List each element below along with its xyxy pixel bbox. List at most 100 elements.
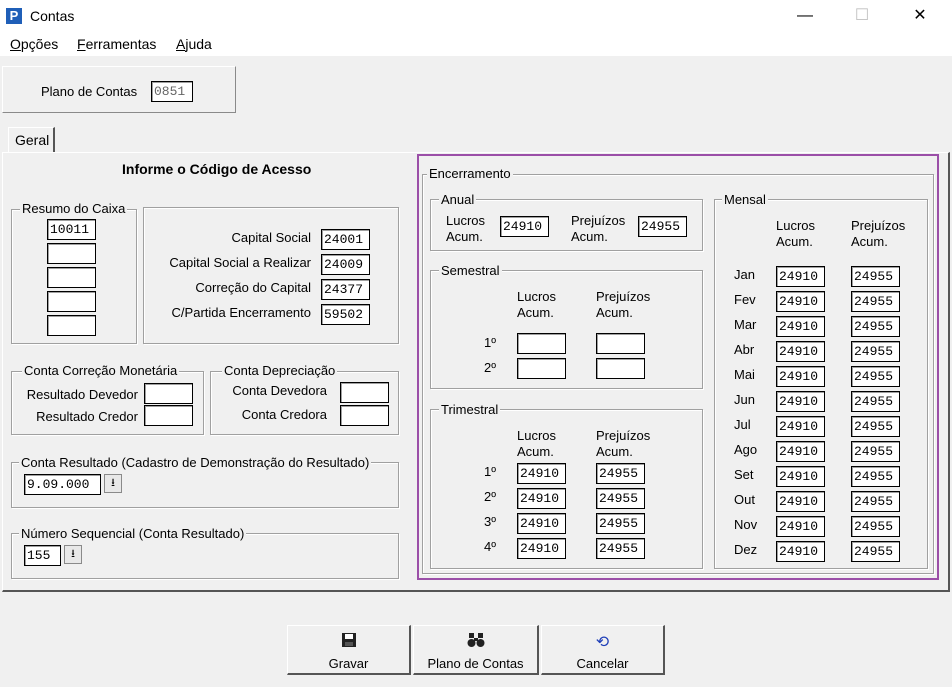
mensal-lucros-field[interactable]: 24910 bbox=[776, 441, 825, 462]
mensal-row-label: Ago bbox=[734, 442, 758, 457]
lucros-label-1: Lucros bbox=[776, 218, 816, 233]
trimestral-prejuizos-field[interactable]: 24955 bbox=[596, 538, 645, 559]
mensal-lucros-field[interactable]: 24910 bbox=[776, 391, 825, 412]
conta-credora-field[interactable] bbox=[340, 405, 389, 426]
trimestral-lucros-field[interactable]: 24910 bbox=[517, 463, 566, 484]
mensal-lucros-field[interactable]: 24910 bbox=[776, 291, 825, 312]
sequencial-dropdown[interactable]: ⭳ bbox=[64, 545, 82, 564]
plano-contas-button[interactable]: Plano de Contas bbox=[413, 625, 539, 675]
trimestral-row-label: 2º bbox=[484, 489, 496, 504]
download-arrow-icon: ⭳ bbox=[111, 477, 115, 489]
mensal-prejuizos-field[interactable]: 24955 bbox=[851, 491, 900, 512]
conta-resultado-title: Conta Resultado (Cadastro de Demonstraçã… bbox=[19, 455, 372, 470]
menu-opcoes[interactable]: Opções bbox=[10, 36, 58, 52]
correcao-capital-field[interactable]: 24377 bbox=[321, 279, 370, 300]
trimestral-lucros-field[interactable]: 24910 bbox=[517, 538, 566, 559]
lucros-label-1: Lucros bbox=[517, 289, 557, 304]
mensal-prejuizos-header: Prejuízos Acum. bbox=[851, 218, 905, 250]
semestral-title: Semestral bbox=[439, 263, 502, 278]
mensal-prejuizos-field[interactable]: 24955 bbox=[851, 266, 900, 287]
conta-resultado-dropdown[interactable]: ⭳ bbox=[104, 474, 122, 493]
gravar-button[interactable]: Gravar bbox=[287, 625, 411, 675]
correcao-capital-label: Correção do Capital bbox=[195, 280, 311, 295]
cpartida-field[interactable]: 59502 bbox=[321, 304, 370, 325]
download-arrow-icon: ⭳ bbox=[71, 548, 75, 560]
trimestral-prejuizos-header: Prejuízos Acum. bbox=[596, 428, 650, 460]
trimestral-title: Trimestral bbox=[439, 402, 501, 417]
mensal-lucros-field[interactable]: 24910 bbox=[776, 491, 825, 512]
capital-realizar-label: Capital Social a Realizar bbox=[169, 255, 311, 270]
trimestral-lucros-field[interactable]: 24910 bbox=[517, 513, 566, 534]
mensal-row-label: Nov bbox=[734, 517, 758, 532]
mensal-prejuizos-field[interactable]: 24955 bbox=[851, 291, 900, 312]
prejuizos-label-1: Prejuízos bbox=[596, 289, 651, 304]
semestral-row-label: 2º bbox=[484, 360, 496, 375]
semestral-prejuizos-field[interactable] bbox=[596, 358, 645, 379]
mensal-lucros-header: Lucros Acum. bbox=[776, 218, 815, 250]
cancelar-button[interactable]: ⟲ Cancelar bbox=[541, 625, 665, 675]
mensal-lucros-field[interactable]: 24910 bbox=[776, 416, 825, 437]
prejuizos-label-1: Prejuízos bbox=[851, 218, 906, 233]
maximize-button[interactable]: ☐ bbox=[839, 0, 885, 32]
mensal-prejuizos-field[interactable]: 24955 bbox=[851, 466, 900, 487]
sequencial-field[interactable]: 155 bbox=[24, 545, 61, 566]
window-title: Contas bbox=[30, 8, 75, 24]
resumo-title: Resumo do Caixa bbox=[20, 201, 128, 216]
mensal-title: Mensal bbox=[722, 192, 768, 207]
menu-ferramentas[interactable]: Ferramentas bbox=[77, 36, 156, 52]
trimestral-row-label: 3º bbox=[484, 514, 496, 529]
conta-credora-label: Conta Credora bbox=[241, 407, 327, 422]
mensal-prejuizos-field[interactable]: 24955 bbox=[851, 541, 900, 562]
conta-resultado-field[interactable]: 9.09.000 bbox=[24, 474, 101, 495]
mensal-lucros-field[interactable]: 24910 bbox=[776, 466, 825, 487]
close-button[interactable]: ✕ bbox=[897, 0, 943, 32]
anual-prejuizos-field[interactable]: 24955 bbox=[638, 216, 687, 237]
minimize-button[interactable]: — bbox=[782, 0, 828, 32]
mensal-prejuizos-field[interactable]: 24955 bbox=[851, 516, 900, 537]
mensal-lucros-field[interactable]: 24910 bbox=[776, 541, 825, 562]
plano-field[interactable]: 0851 bbox=[151, 81, 193, 102]
anual-lucros-field[interactable]: 24910 bbox=[500, 216, 549, 237]
semestral-lucros-field[interactable] bbox=[517, 333, 566, 354]
mensal-prejuizos-field[interactable]: 24955 bbox=[851, 341, 900, 362]
capital-realizar-field[interactable]: 24009 bbox=[321, 254, 370, 275]
resumo-field-3[interactable] bbox=[47, 267, 96, 288]
menu-ferramentas-key: F bbox=[77, 36, 86, 52]
prejuizos-label-1: Prejuízos bbox=[571, 213, 626, 228]
conta-devedora-label: Conta Devedora bbox=[232, 383, 327, 398]
mensal-prejuizos-field[interactable]: 24955 bbox=[851, 316, 900, 337]
menu-ferramentas-label: erramentas bbox=[85, 36, 157, 52]
mensal-lucros-field[interactable]: 24910 bbox=[776, 366, 825, 387]
resultado-credor-field[interactable] bbox=[144, 405, 193, 426]
mensal-prejuizos-field[interactable]: 24955 bbox=[851, 391, 900, 412]
resumo-field-5[interactable] bbox=[47, 315, 96, 336]
trimestral-prejuizos-field[interactable]: 24955 bbox=[596, 513, 645, 534]
encerramento-title: Encerramento bbox=[427, 166, 513, 181]
capital-social-field[interactable]: 24001 bbox=[321, 229, 370, 250]
semestral-prejuizos-field[interactable] bbox=[596, 333, 645, 354]
mensal-lucros-field[interactable]: 24910 bbox=[776, 516, 825, 537]
mensal-lucros-field[interactable]: 24910 bbox=[776, 341, 825, 362]
trimestral-lucros-field[interactable]: 24910 bbox=[517, 488, 566, 509]
mensal-prejuizos-field[interactable]: 24955 bbox=[851, 416, 900, 437]
mensal-lucros-field[interactable]: 24910 bbox=[776, 266, 825, 287]
anual-prejuizos-label: Prejuízos Acum. bbox=[571, 213, 625, 245]
trimestral-row-label: 4º bbox=[484, 539, 496, 554]
conta-devedora-field[interactable] bbox=[340, 382, 389, 403]
semestral-lucros-field[interactable] bbox=[517, 358, 566, 379]
plano-contas-label: Plano de Contas bbox=[427, 656, 524, 671]
resultado-devedor-field[interactable] bbox=[144, 383, 193, 404]
trimestral-row-label: 1º bbox=[484, 464, 496, 479]
menu-ajuda[interactable]: Ajuda bbox=[176, 36, 212, 52]
trimestral-prejuizos-field[interactable]: 24955 bbox=[596, 463, 645, 484]
resumo-field-2[interactable] bbox=[47, 243, 96, 264]
mensal-prejuizos-field[interactable]: 24955 bbox=[851, 366, 900, 387]
semestral-group bbox=[430, 270, 703, 389]
trimestral-prejuizos-field[interactable]: 24955 bbox=[596, 488, 645, 509]
mensal-lucros-field[interactable]: 24910 bbox=[776, 316, 825, 337]
trimestral-group bbox=[430, 409, 703, 569]
resumo-field-1[interactable]: 10011 bbox=[47, 219, 96, 240]
resumo-field-4[interactable] bbox=[47, 291, 96, 312]
mensal-prejuizos-field[interactable]: 24955 bbox=[851, 441, 900, 462]
sequencial-title: Número Sequencial (Conta Resultado) bbox=[19, 526, 247, 541]
